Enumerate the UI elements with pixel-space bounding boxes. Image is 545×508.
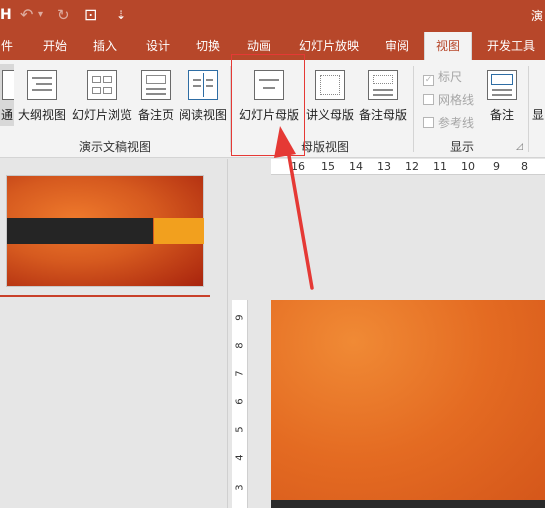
ruler-tick-label: 12 [405, 160, 419, 173]
ruler-tick-label: 13 [377, 160, 391, 173]
outline-view-label: 大纲视图 [17, 108, 66, 122]
tab-design[interactable]: 设计 [137, 32, 179, 60]
dialog-launcher-icon[interactable]: ◿ [516, 142, 523, 152]
checkbox-unchecked-icon [423, 117, 434, 128]
handout-master-button[interactable]: 讲义母版 [304, 64, 356, 126]
notes-page-label: 备注页 [137, 108, 174, 122]
ruler-tick-label: 16 [291, 160, 305, 173]
slide-canvas[interactable] [271, 300, 545, 508]
ruler-tick-label: 9 [234, 314, 246, 321]
guides-checkbox-label: 参考线 [438, 116, 475, 130]
ruler-tick-label: 15 [321, 160, 335, 173]
ruler-tick-label: 10 [461, 160, 475, 173]
group-separator [413, 66, 414, 152]
horizontal-ruler[interactable]: 16 15 14 13 12 11 10 9 8 [271, 159, 545, 175]
undo-dropdown-icon[interactable]: ▾ [38, 6, 43, 24]
more-label: 显 [532, 108, 545, 122]
tab-view[interactable]: 视图 [424, 32, 472, 60]
ruler-checkbox-label: 标尺 [438, 70, 463, 84]
vertical-ruler[interactable]: 9 8 7 6 5 4 3 [232, 300, 248, 508]
ruler-tick-label: 8 [521, 160, 528, 173]
outline-view-icon [27, 70, 57, 100]
normal-view-label: 通 [0, 108, 13, 122]
save-icon[interactable]: H [0, 6, 12, 24]
notes-label: 备注 [489, 108, 514, 122]
ruler-tick-label: 6 [234, 398, 246, 405]
slide-sorter-label: 幻灯片浏览 [71, 108, 132, 122]
slide-sorter-button[interactable]: 幻灯片浏览 [70, 64, 134, 126]
ruler-tick-label: 3 [234, 484, 246, 491]
customize-toolbar-icon[interactable]: ⇣ [116, 6, 126, 24]
handout-master-label: 讲义母版 [305, 108, 354, 122]
reading-view-icon [188, 70, 218, 100]
tab-transitions[interactable]: 切换 [187, 32, 229, 60]
normal-view-button[interactable]: 通 [0, 64, 14, 126]
tab-file[interactable]: 件 [0, 32, 14, 60]
more-button[interactable]: 显 [532, 64, 545, 126]
reading-view-button[interactable]: 阅读视图 [178, 64, 228, 126]
slide-sorter-icon [87, 70, 117, 100]
notes-page-icon [141, 70, 171, 100]
checkbox-unchecked-icon [423, 94, 434, 105]
gridlines-checkbox-label: 网格线 [438, 93, 475, 107]
tab-home[interactable]: 开始 [34, 32, 76, 60]
handout-master-icon [315, 70, 345, 100]
notes-master-button[interactable]: 备注母版 [358, 64, 408, 126]
undo-icon[interactable]: ↶ [20, 6, 33, 24]
title-bar: H ↶ ▾ ↻ ⊡ ⇣ 演 [0, 0, 545, 32]
highlight-box [231, 54, 305, 156]
thumbnail-dark-band [7, 218, 153, 244]
ruler-tick-label: 8 [234, 342, 246, 349]
notes-page-button[interactable]: 备注页 [136, 64, 176, 126]
notes-master-icon [368, 70, 398, 100]
window-title: 演 [530, 9, 543, 23]
group-separator [528, 66, 529, 152]
ruler-tick-label: 11 [433, 160, 447, 173]
notes-master-label: 备注母版 [358, 108, 407, 122]
slide-dark-band [271, 500, 545, 508]
start-slideshow-icon[interactable]: ⊡ [84, 6, 97, 24]
thumbnail-accent-block [154, 218, 204, 244]
slide-thumbnail-pane[interactable] [0, 159, 228, 508]
gridlines-checkbox[interactable]: 网格线 [423, 91, 474, 108]
guides-checkbox[interactable]: 参考线 [423, 114, 474, 131]
reading-view-label: 阅读视图 [178, 108, 227, 122]
notes-icon [487, 70, 517, 100]
ruler-tick-label: 5 [234, 426, 246, 433]
slide-thumbnail[interactable] [6, 175, 204, 287]
tab-insert[interactable]: 插入 [84, 32, 126, 60]
insertion-marker [0, 295, 210, 297]
group-label-presentation-views: 演示文稿视图 [78, 140, 151, 154]
tab-developer[interactable]: 开发工具 [480, 32, 542, 60]
ruler-tick-label: 14 [349, 160, 363, 173]
ruler-tick-label: 4 [234, 454, 246, 461]
notes-button[interactable]: 备注 [484, 64, 520, 126]
tab-review[interactable]: 审阅 [376, 32, 418, 60]
group-label-show: 显示 [449, 140, 474, 154]
ruler-checkbox[interactable]: ✓ 标尺 [423, 68, 462, 86]
outline-view-button[interactable]: 大纲视图 [16, 64, 68, 126]
ruler-tick-label: 7 [234, 370, 246, 377]
redo-icon[interactable]: ↻ [57, 6, 70, 24]
ruler-tick-label: 9 [493, 160, 500, 173]
checkbox-checked-icon: ✓ [423, 75, 434, 86]
normal-view-icon [2, 70, 14, 100]
